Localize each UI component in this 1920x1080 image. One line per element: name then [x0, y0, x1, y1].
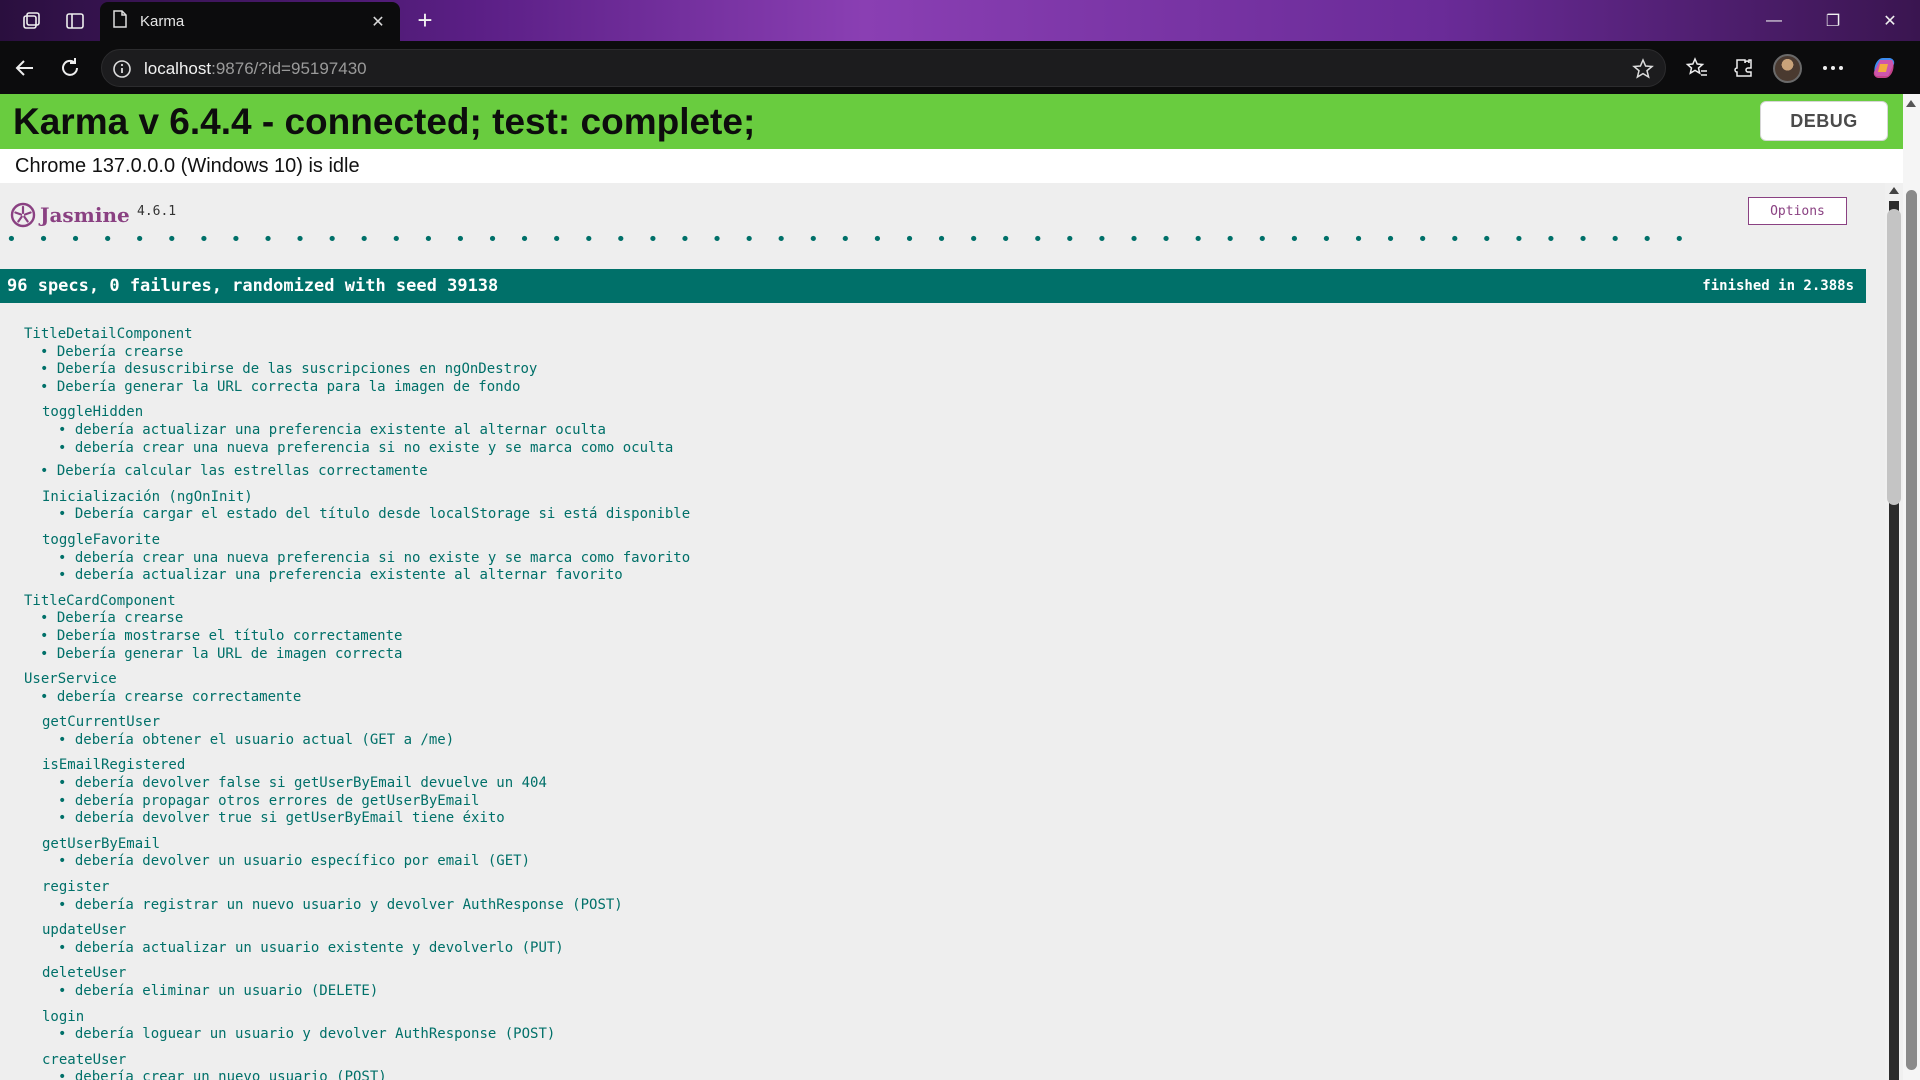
extensions-icon[interactable]	[1728, 53, 1758, 83]
info-icon[interactable]	[112, 59, 132, 79]
page-scroll-up-arrow-icon[interactable]	[1906, 100, 1916, 107]
maximize-button[interactable]: ❐	[1810, 0, 1856, 41]
close-tab-icon[interactable]: ✕	[368, 12, 388, 32]
favorites-icon[interactable]	[1682, 53, 1712, 83]
suite: getUserByEmail debería devolver un usuar…	[42, 836, 1866, 871]
jasmine-logo[interactable]: Jasmine	[10, 201, 130, 229]
address-bar[interactable]: localhost:9876/?id=95197430	[101, 49, 1666, 87]
browser-titlebar: Karma ✕ + — ❐ ✕	[0, 0, 1920, 41]
spec-item[interactable]: debería obtener el usuario actual (GET a…	[42, 732, 1866, 750]
suite-name[interactable]: TitleCardComponent	[24, 593, 1866, 611]
refresh-icon[interactable]	[55, 53, 85, 83]
spec-item[interactable]: debería loguear un usuario y devolver Au…	[42, 1026, 1866, 1044]
suite: isEmailRegistered debería devolver false…	[42, 757, 1866, 827]
spec-item[interactable]: Debería crearse	[24, 610, 1866, 628]
spec-item[interactable]: debería devolver false si getUserByEmail…	[42, 775, 1866, 793]
suite-name[interactable]: login	[42, 1009, 1866, 1027]
suite: login debería loguear un usuario y devol…	[42, 1009, 1866, 1044]
spec-item[interactable]: Debería desuscribirse de las suscripcion…	[24, 361, 1866, 379]
scroll-up-arrow-icon[interactable]	[1889, 187, 1899, 194]
suite: toggleHidden debería actualizar una pref…	[42, 404, 1866, 457]
page-scrollbar[interactable]	[1903, 94, 1920, 1080]
profile-avatar[interactable]	[1773, 54, 1802, 83]
jasmine-version: 4.6.1	[137, 204, 177, 219]
options-button[interactable]: Options	[1748, 197, 1847, 225]
jasmine-logo-text: Jasmine	[40, 203, 130, 227]
close-window-button[interactable]: ✕	[1867, 0, 1913, 41]
spec-item[interactable]: debería eliminar un usuario (DELETE)	[42, 983, 1866, 1001]
karma-banner: Karma v 6.4.4 - connected; test: complet…	[0, 94, 1903, 149]
suite-name[interactable]: toggleFavorite	[42, 532, 1866, 550]
spec-item[interactable]: Debería crearse	[24, 344, 1866, 362]
suite-name[interactable]: isEmailRegistered	[42, 757, 1866, 775]
suite: Inicialización (ngOnInit) Debería cargar…	[42, 489, 1866, 524]
browser-navbar: localhost:9876/?id=95197430	[0, 41, 1920, 94]
suite: TitleCardComponent Debería crearse Deber…	[24, 593, 1866, 663]
finished-time: finished in 2.388s	[1702, 278, 1854, 294]
workspaces-icon[interactable]	[18, 8, 44, 34]
suite-name[interactable]: Inicialización (ngOnInit)	[42, 489, 1866, 507]
summary-text: 96 specs, 0 failures, randomized with se…	[7, 276, 499, 296]
suite-name[interactable]: toggleHidden	[42, 404, 1866, 422]
karma-title: Karma v 6.4.4 - connected; test: complet…	[13, 101, 756, 142]
suite-name[interactable]: TitleDetailComponent	[24, 326, 1866, 344]
results-tree: TitleDetailComponent Debería crearse Deb…	[0, 318, 1866, 1080]
suite: getCurrentUser debería obtener el usuari…	[42, 714, 1866, 749]
copilot-icon[interactable]	[1869, 53, 1899, 83]
spec-item[interactable]: debería devolver true si getUserByEmail …	[42, 810, 1866, 828]
suite: createUser debería crear un nuevo usuari…	[42, 1052, 1866, 1080]
suite-name[interactable]: updateUser	[42, 922, 1866, 940]
spec-progress-dots: • • • • • • • • • • • • • • • • • • • • …	[6, 229, 1706, 250]
url-host: localhost	[144, 59, 212, 78]
jasmine-reporter: Jasmine 4.6.1 Options • • • • • • • • • …	[0, 183, 1885, 1080]
url-text[interactable]: localhost:9876/?id=95197430	[144, 59, 367, 79]
spec-item[interactable]: Debería generar la URL de imagen correct…	[24, 646, 1866, 664]
suite-name[interactable]: getUserByEmail	[42, 836, 1866, 854]
suite: toggleFavorite debería crear una nueva p…	[42, 532, 1866, 585]
spec-item[interactable]: debería crear una nueva preferencia si n…	[42, 440, 1866, 458]
back-icon[interactable]	[10, 53, 40, 83]
tab-actions-icon[interactable]	[62, 8, 88, 34]
spec-item[interactable]: Debería cargar el estado del título desd…	[42, 506, 1866, 524]
browser-status: Chrome 137.0.0.0 (Windows 10) is idle	[15, 155, 360, 177]
spec-item[interactable]: debería crear un nuevo usuario (POST)	[42, 1069, 1866, 1080]
spec-item[interactable]: debería devolver un usuario específico p…	[42, 853, 1866, 871]
debug-button[interactable]: DEBUG	[1760, 101, 1888, 141]
iframe-scrollbar[interactable]	[1885, 183, 1903, 1080]
scroll-thumb[interactable]	[1887, 209, 1901, 505]
tab-title: Karma	[140, 13, 185, 30]
suite: deleteUser debería eliminar un usuario (…	[42, 965, 1866, 1000]
page-scroll-thumb[interactable]	[1906, 190, 1917, 1070]
suite: UserService debería crearse correctament…	[24, 671, 1866, 1080]
suite-name[interactable]: getCurrentUser	[42, 714, 1866, 732]
spec-item[interactable]: Debería generar la URL correcta para la …	[24, 379, 1866, 397]
suite-name[interactable]: createUser	[42, 1052, 1866, 1070]
summary-bar: 96 specs, 0 failures, randomized with se…	[0, 269, 1866, 303]
spec-item[interactable]: debería registrar un nuevo usuario y dev…	[42, 897, 1866, 915]
suite-name[interactable]: register	[42, 879, 1866, 897]
more-icon[interactable]	[1818, 53, 1848, 83]
favorite-star-icon[interactable]	[1631, 57, 1655, 81]
suite: TitleDetailComponent Debería crearse Deb…	[24, 326, 1866, 585]
spec-item[interactable]: debería propagar otros errores de getUse…	[42, 793, 1866, 811]
suite-name[interactable]: UserService	[24, 671, 1866, 689]
browser-tab[interactable]: Karma ✕	[100, 2, 400, 41]
spec-item[interactable]: Debería calcular las estrellas correctam…	[24, 463, 1866, 481]
new-tab-button[interactable]: +	[410, 6, 440, 36]
spec-item[interactable]: debería actualizar una preferencia exist…	[42, 567, 1866, 585]
jasmine-flower-icon	[10, 202, 36, 228]
minimize-button[interactable]: —	[1751, 0, 1797, 41]
suite-name[interactable]: deleteUser	[42, 965, 1866, 983]
suite: updateUser debería actualizar un usuario…	[42, 922, 1866, 957]
suite: register debería registrar un nuevo usua…	[42, 879, 1866, 914]
spec-item[interactable]: Debería mostrarse el título correctament…	[24, 628, 1866, 646]
page-icon	[112, 10, 128, 33]
spec-item[interactable]: debería actualizar un usuario existente …	[42, 940, 1866, 958]
url-path: :9876/?id=95197430	[211, 59, 367, 78]
spec-item[interactable]: debería actualizar una preferencia exist…	[42, 422, 1866, 440]
spec-item[interactable]: debería crear una nueva preferencia si n…	[42, 550, 1866, 568]
spec-item[interactable]: debería crearse correctamente	[24, 689, 1866, 707]
